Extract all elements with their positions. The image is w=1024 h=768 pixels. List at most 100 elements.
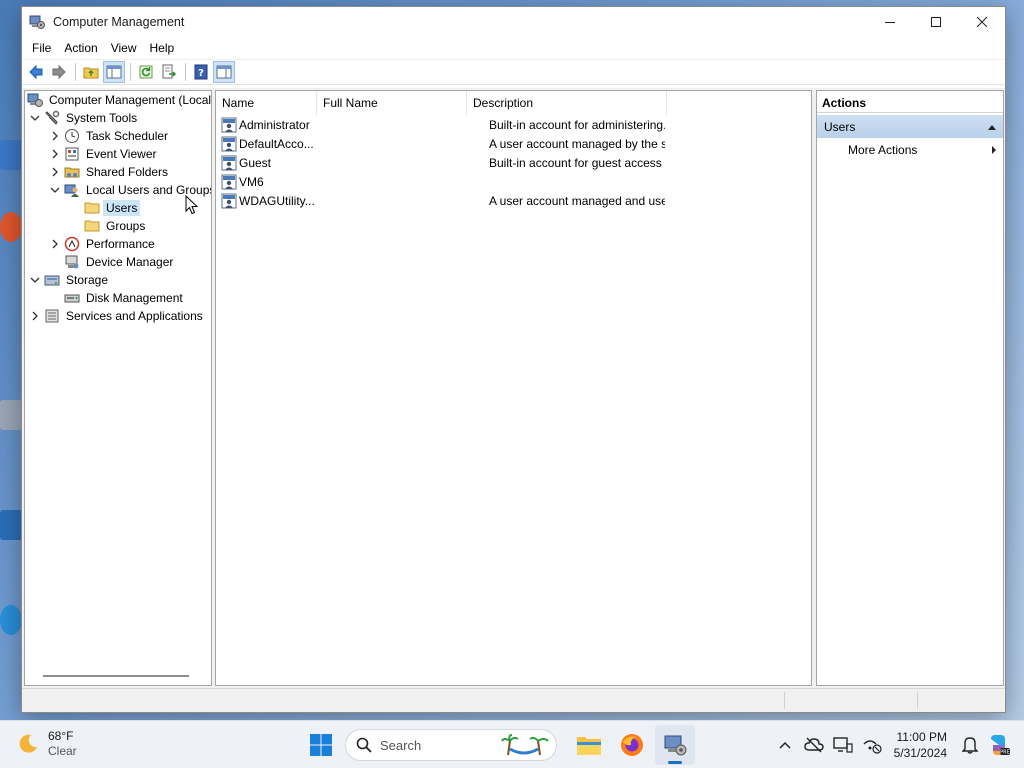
close-button[interactable] <box>959 7 1005 37</box>
clock-time: 11:00 PM <box>896 730 947 744</box>
refresh-icon <box>139 65 153 79</box>
chevron-right-icon[interactable] <box>49 235 61 253</box>
weather-condition: Clear <box>48 744 77 758</box>
show-hide-console-tree-button[interactable] <box>103 61 125 83</box>
list-item[interactable]: Guest Built-in account for guest access … <box>216 153 811 172</box>
taskbar-firefox[interactable] <box>612 725 652 765</box>
device-status-button[interactable] <box>830 732 856 758</box>
maximize-button[interactable] <box>913 7 959 37</box>
chevron-right-icon[interactable] <box>49 145 61 163</box>
tree-item-local-users-and-groups[interactable]: Local Users and Groups <box>25 181 211 199</box>
tree-item-task-scheduler[interactable]: Task Scheduler <box>25 127 211 145</box>
tree-item-device-manager[interactable]: Device Manager <box>25 253 211 271</box>
refresh-button[interactable] <box>135 61 157 83</box>
tree-item-label: Performance <box>86 237 155 251</box>
list-item[interactable]: WDAGUtility... A user account managed an… <box>216 191 811 210</box>
minimize-button[interactable] <box>867 7 913 37</box>
horizontal-scrollbar[interactable] <box>43 675 189 677</box>
desktop-icon[interactable] <box>0 140 22 170</box>
search-highlight-icon <box>501 734 549 756</box>
tree-item-services-and-applications[interactable]: Services and Applications <box>25 307 211 325</box>
chevron-right-icon[interactable] <box>49 163 61 181</box>
list-item[interactable]: VM6 <box>216 172 811 191</box>
chevron-down-icon[interactable] <box>29 271 41 289</box>
tree-item-label: Device Manager <box>86 255 174 269</box>
weather-widget[interactable]: 68°F Clear <box>16 729 77 759</box>
tree-item-event-viewer[interactable]: Event Viewer <box>25 145 211 163</box>
chevron-down-icon[interactable] <box>29 109 41 127</box>
chevron-right-icon[interactable] <box>49 127 61 145</box>
tree-item-computer-management[interactable]: Computer Management (Local <box>25 91 211 109</box>
network-button[interactable] <box>859 732 885 758</box>
taskbar-computer-management[interactable] <box>655 725 695 765</box>
taskbar-file-explorer[interactable] <box>569 725 609 765</box>
menu-action[interactable]: Action <box>58 38 103 58</box>
actions-group-users[interactable]: Users <box>817 115 1003 138</box>
user-icon <box>221 117 237 133</box>
status-bar-divider <box>784 692 785 709</box>
menu-help[interactable]: Help <box>144 38 181 58</box>
user-list: Administrator Built-in account for admin… <box>216 115 811 210</box>
export-list-icon <box>162 64 177 79</box>
column-header-name[interactable]: Name <box>216 91 317 115</box>
folder-icon <box>84 218 100 234</box>
export-list-button[interactable] <box>158 61 180 83</box>
computer-management-icon <box>664 735 687 756</box>
tree-item-groups[interactable]: Groups <box>25 217 211 235</box>
chevron-up-icon <box>779 741 791 749</box>
taskbar-clock[interactable]: 11:00 PM 5/31/2024 <box>894 729 947 761</box>
list-item[interactable]: DefaultAcco... A user account managed by… <box>216 134 811 153</box>
action-more-actions[interactable]: More Actions <box>817 138 1003 162</box>
tree-item-system-tools[interactable]: System Tools <box>25 109 211 127</box>
help-button[interactable]: ? <box>190 61 212 83</box>
user-name: VM6 <box>239 174 264 189</box>
chevron-right-icon[interactable] <box>29 307 41 325</box>
system-tray: 11:00 PM 5/31/2024 PRE <box>772 721 1024 768</box>
tree-item-label: Event Viewer <box>86 147 157 161</box>
title-bar[interactable]: Computer Management <box>22 7 1005 37</box>
onedrive-button[interactable] <box>801 732 827 758</box>
desktop-icon[interactable] <box>0 510 22 540</box>
tree-item-disk-management[interactable]: Disk Management <box>25 289 211 307</box>
show-hide-action-pane-button[interactable] <box>213 61 235 83</box>
taskbar-search-box[interactable]: Search <box>345 729 557 761</box>
device-manager-icon <box>64 254 80 270</box>
tree-item-shared-folders[interactable]: Shared Folders <box>25 163 211 181</box>
tree-item-storage[interactable]: Storage <box>25 271 211 289</box>
column-header-full-name[interactable]: Full Name <box>317 91 467 115</box>
back-icon <box>29 64 43 80</box>
console-tree-pane[interactable]: Computer Management (Local System Tools … <box>24 90 212 686</box>
show-hidden-icons-button[interactable] <box>772 732 798 758</box>
start-button[interactable] <box>305 729 337 761</box>
chevron-down-icon[interactable] <box>49 181 61 199</box>
column-header-description[interactable]: Description <box>467 91 667 115</box>
tree-item-label: Storage <box>66 273 109 287</box>
tree-item-label: Services and Applications <box>66 309 203 323</box>
menu-view[interactable]: View <box>105 38 143 58</box>
up-one-level-button[interactable] <box>80 61 102 83</box>
forward-button[interactable] <box>48 61 70 83</box>
user-name: Guest <box>239 155 272 170</box>
desktop-icon[interactable] <box>0 212 22 242</box>
network-disconnected-icon <box>863 740 882 754</box>
details-pane: Name Full Name Description Administrator… <box>215 90 812 686</box>
back-button[interactable] <box>25 61 47 83</box>
svg-text:?: ? <box>198 68 204 79</box>
show-hide-action-pane-icon <box>216 65 232 79</box>
menu-file[interactable]: File <box>26 38 57 58</box>
copilot-button[interactable]: PRE <box>986 732 1012 758</box>
toolbar-separator <box>130 63 131 81</box>
list-item[interactable]: Administrator Built-in account for admin… <box>216 115 811 134</box>
desktop-icon[interactable] <box>0 400 22 430</box>
computer-management-icon <box>29 14 45 30</box>
tree-item-users[interactable]: Users <box>25 199 211 217</box>
notifications-button[interactable] <box>957 732 983 758</box>
user-name: DefaultAcco... <box>239 136 314 151</box>
user-icon <box>221 136 237 152</box>
tree-item-label: Shared Folders <box>86 165 169 179</box>
user-icon <box>221 174 237 190</box>
desktop-icon[interactable] <box>0 605 22 635</box>
search-placeholder: Search <box>380 737 422 753</box>
tree-item-performance[interactable]: Performance <box>25 235 211 253</box>
chevron-up-icon[interactable] <box>987 123 997 131</box>
